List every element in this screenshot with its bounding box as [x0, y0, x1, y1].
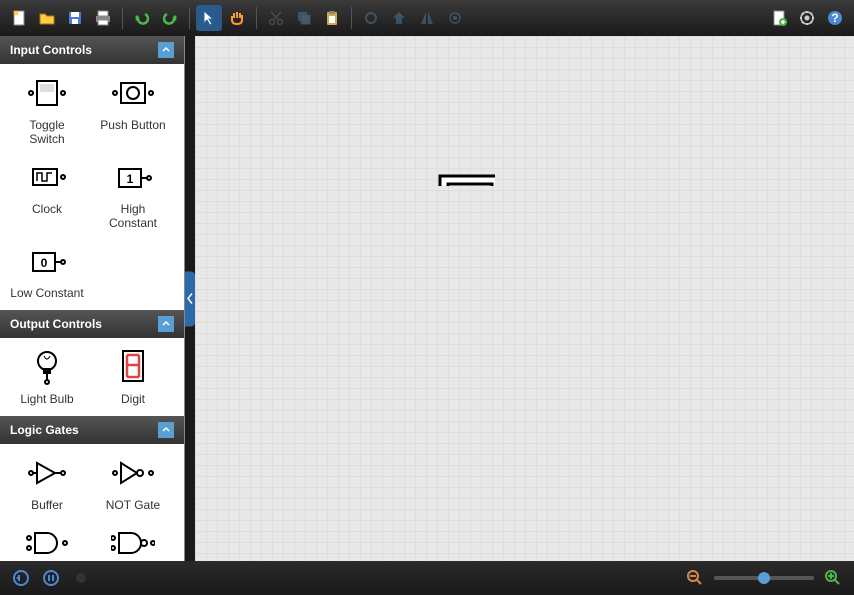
- undo-button[interactable]: [129, 5, 155, 31]
- palette-label: Toggle Switch: [10, 118, 84, 146]
- panel-header[interactable]: Input Controls: [0, 36, 184, 64]
- buffer-icon: [25, 454, 69, 492]
- palette-label: Digit: [121, 392, 145, 406]
- clock-icon: [25, 158, 69, 196]
- palette-item-bulb[interactable]: Light Bulb: [6, 344, 88, 410]
- palette-item-buffer[interactable]: Buffer: [6, 450, 88, 516]
- palette-item-clock[interactable]: Clock: [6, 154, 88, 234]
- palette-item-digit[interactable]: Digit: [92, 344, 174, 410]
- separator: [189, 7, 190, 29]
- zoom-in-button[interactable]: [822, 567, 844, 589]
- palette-label: High Constant: [96, 202, 170, 230]
- panel-title: Input Controls: [10, 43, 92, 57]
- step-indicator: [70, 567, 92, 589]
- pan-tool[interactable]: [224, 5, 250, 31]
- rotate-left-button[interactable]: [358, 5, 384, 31]
- redo-button[interactable]: [157, 5, 183, 31]
- canvas[interactable]: [195, 36, 854, 561]
- zoom-out-button[interactable]: [684, 567, 706, 589]
- splitter[interactable]: [185, 36, 195, 561]
- pointer-tool[interactable]: [196, 5, 222, 31]
- component-panel: Input Controls Toggle Switch Push Button Cl…: [0, 36, 185, 561]
- panel-body: Light Bulb Digit: [0, 338, 184, 416]
- flip-h-button[interactable]: [414, 5, 440, 31]
- restart-button[interactable]: [10, 567, 32, 589]
- digit-icon: [118, 348, 148, 386]
- palette-item-push-button[interactable]: Push Button: [92, 70, 174, 150]
- settings-button[interactable]: [794, 5, 820, 31]
- panel-header[interactable]: Logic Gates: [0, 416, 184, 444]
- export-button[interactable]: [766, 5, 792, 31]
- panel-title: Logic Gates: [10, 423, 79, 437]
- separator: [122, 7, 123, 29]
- palette-item-and-gate[interactable]: AND Gate: [6, 520, 88, 561]
- high-const-icon: 1: [111, 158, 155, 196]
- collapse-icon[interactable]: [158, 316, 174, 332]
- panel-body: Toggle Switch Push Button Clock 1 High Const…: [0, 64, 184, 310]
- palette-item-high-const[interactable]: 1 High Constant: [92, 154, 174, 234]
- save-button[interactable]: [62, 5, 88, 31]
- bulb-icon: [32, 348, 62, 386]
- not-gate-icon: [111, 454, 155, 492]
- palette-label: Clock: [32, 202, 62, 216]
- rotate-right-button[interactable]: [386, 5, 412, 31]
- palette-item-low-const[interactable]: 0 Low Constant: [6, 238, 88, 304]
- print-button[interactable]: [90, 5, 116, 31]
- separator: [351, 7, 352, 29]
- palette-label: Low Constant: [10, 286, 83, 300]
- palette-label: Buffer: [31, 498, 63, 512]
- palette-label: NOT Gate: [106, 498, 160, 512]
- svg-text:0: 0: [41, 256, 48, 270]
- toggle-switch-icon: [25, 74, 69, 112]
- copy-button[interactable]: [291, 5, 317, 31]
- palette-item-toggle-switch[interactable]: Toggle Switch: [6, 70, 88, 150]
- panel-title: Output Controls: [10, 317, 102, 331]
- zoom-slider[interactable]: [714, 576, 814, 580]
- palette-label: Push Button: [100, 118, 165, 132]
- low-const-icon: 0: [25, 242, 69, 280]
- open-button[interactable]: [34, 5, 60, 31]
- panel-header[interactable]: Output Controls: [0, 310, 184, 338]
- help-button[interactable]: ?: [822, 5, 848, 31]
- splitter-grip[interactable]: [185, 271, 195, 326]
- circuit-svg: [195, 36, 495, 186]
- palette-item-nand-gate[interactable]: NAND Gate: [92, 520, 174, 561]
- panel-body: Buffer NOT Gate AND GateNAND Gate: [0, 444, 184, 561]
- separator: [256, 7, 257, 29]
- paste-button[interactable]: [319, 5, 345, 31]
- toggle-switch[interactable]: [440, 176, 495, 186]
- and-gate-icon: [25, 524, 69, 561]
- bottom-bar: [0, 561, 854, 595]
- collapse-icon[interactable]: [158, 42, 174, 58]
- svg-text:?: ?: [831, 11, 838, 25]
- push-button-icon: [111, 74, 155, 112]
- palette-label: Light Bulb: [20, 392, 73, 406]
- new-button[interactable]: [6, 5, 32, 31]
- cut-button[interactable]: [263, 5, 289, 31]
- svg-text:1: 1: [127, 172, 134, 186]
- toolbar: ?: [0, 0, 854, 36]
- palette-item-not-gate[interactable]: NOT Gate: [92, 450, 174, 516]
- collapse-icon[interactable]: [158, 422, 174, 438]
- flip-v-button[interactable]: [442, 5, 468, 31]
- nand-gate-icon: [111, 524, 155, 561]
- pause-button[interactable]: [40, 567, 62, 589]
